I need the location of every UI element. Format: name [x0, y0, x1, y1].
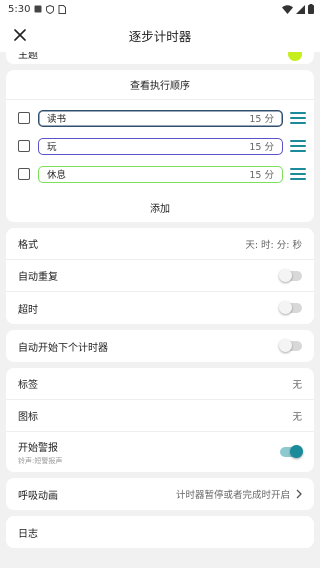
status-time: 5:30 [8, 3, 31, 15]
auto-next-toggle[interactable] [279, 339, 302, 352]
auto-next-card: 自动开始下个计时器 [6, 330, 314, 362]
step-duration: 15 分 [249, 142, 274, 153]
sim-card-icon [58, 4, 67, 14]
format-value: 天: 时: 分: 秒 [245, 239, 302, 251]
overtime-toggle[interactable] [279, 301, 302, 314]
close-icon [14, 29, 26, 41]
log-card: 日志 [6, 516, 314, 548]
drag-handle-icon[interactable] [290, 140, 306, 152]
chevron-right-icon [296, 489, 302, 499]
tag-row[interactable]: 标签 无 [6, 368, 314, 400]
auto-next-label: 自动开始下个计时器 [18, 342, 108, 354]
theme-label: 主题 [18, 52, 38, 61]
breath-card: 呼吸动画 计时器暂停或者完成时开启 [6, 478, 314, 510]
close-button[interactable] [10, 25, 30, 45]
icon-label: 图标 [18, 412, 38, 423]
settings-scroll[interactable]: 主题 查看执行顺序 读书 15 分 玩 15 分 休息 15 分 添加 格式 天… [0, 52, 320, 568]
step-name: 读书 [47, 114, 67, 125]
log-row[interactable]: 日志 [6, 516, 314, 548]
step-name: 休息 [47, 170, 67, 181]
step-name: 玩 [47, 142, 57, 153]
breath-label: 呼吸动画 [18, 490, 58, 502]
breath-value: 计时器暂停或者完成时开启 [175, 490, 290, 501]
step-pill[interactable]: 玩 15 分 [38, 137, 283, 155]
alert-card: 标签 无 图标 无 开始警报 铃声:短警报声 [6, 368, 314, 472]
status-bar: 5:30 [0, 0, 320, 18]
format-label: 格式 [18, 240, 38, 251]
signal-icon [296, 4, 305, 14]
step-row: 读书 15 分 [6, 104, 314, 132]
icon-value: 无 [292, 411, 302, 423]
auto-repeat-row: 自动重复 [6, 260, 314, 292]
shield-icon [46, 4, 55, 14]
add-step-button[interactable]: 添加 [6, 192, 314, 222]
notification-icon [34, 5, 42, 13]
step-pill[interactable]: 休息 15 分 [38, 165, 283, 183]
step-duration: 15 分 [249, 170, 274, 181]
step-checkbox[interactable] [18, 140, 30, 152]
icon-row[interactable]: 图标 无 [6, 400, 314, 432]
breath-row[interactable]: 呼吸动画 计时器暂停或者完成时开启 [6, 478, 314, 510]
battery-icon [308, 4, 314, 14]
alarm-sound-label: 铃声:短警报声 [18, 456, 63, 465]
format-card: 格式 天: 时: 分: 秒 自动重复 超时 [6, 228, 314, 324]
alarm-label: 开始警报 [18, 442, 58, 454]
step-checkbox[interactable] [18, 168, 30, 180]
theme-color-swatch[interactable] [288, 52, 302, 61]
auto-next-row: 自动开始下个计时器 [6, 330, 314, 362]
tag-value: 无 [292, 379, 302, 391]
step-row: 休息 15 分 [6, 160, 314, 188]
tag-label: 标签 [18, 380, 38, 391]
view-order-button[interactable]: 查看执行顺序 [6, 70, 314, 100]
format-row[interactable]: 格式 天: 时: 分: 秒 [6, 228, 314, 260]
overtime-row: 超时 [6, 292, 314, 324]
alarm-toggle[interactable] [280, 445, 303, 458]
step-pill[interactable]: 读书 15 分 [38, 109, 283, 127]
drag-handle-icon[interactable] [290, 168, 306, 180]
auto-repeat-toggle[interactable] [279, 268, 302, 282]
drag-handle-icon[interactable] [290, 112, 306, 124]
step-duration: 15 分 [249, 114, 274, 125]
page-title: 逐步计时器 [128, 28, 192, 44]
overtime-label: 超时 [18, 304, 38, 316]
alarm-row[interactable]: 开始警报 铃声:短警报声 [6, 432, 314, 472]
log-label: 日志 [18, 528, 38, 540]
wifi-icon [282, 4, 293, 14]
steps-card: 查看执行顺序 读书 15 分 玩 15 分 休息 15 分 添加 [6, 70, 314, 222]
theme-card: 主题 [6, 52, 314, 64]
app-bar: 逐步计时器 [0, 18, 320, 52]
step-checkbox[interactable] [18, 112, 30, 124]
step-row: 玩 15 分 [6, 132, 314, 160]
auto-repeat-label: 自动重复 [18, 272, 58, 283]
